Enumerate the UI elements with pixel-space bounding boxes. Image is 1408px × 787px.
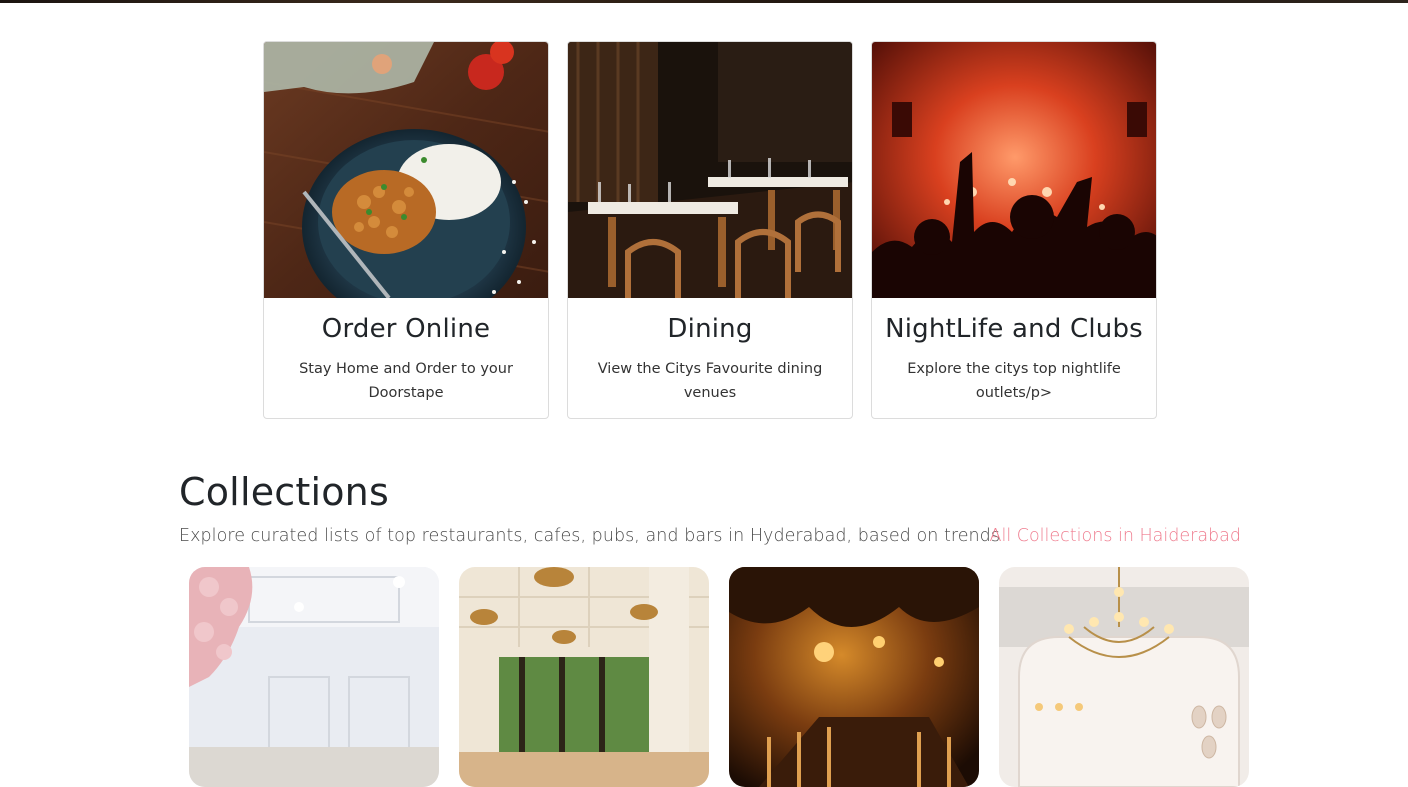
card-nightlife[interactable]: NightLife and Clubs Explore the citys to… — [871, 41, 1157, 419]
all-collections-link[interactable]: All Collections in Haiderabad — [990, 526, 1242, 546]
card-text: Stay Home and Order to your Doorstape — [299, 361, 513, 401]
collections-title: Collections — [179, 470, 389, 514]
card-text: View the Citys Favourite dining venues — [597, 361, 823, 401]
white-cafe-interior-photo — [189, 567, 439, 787]
collections-subtitle: Explore curated lists of top restaurants… — [179, 526, 1001, 546]
nightclub-crowd-photo — [872, 42, 1156, 298]
collection-card-2[interactable] — [459, 567, 709, 787]
card-title: NightLife and Clubs — [885, 314, 1143, 344]
card-dining[interactable]: Dining View the Citys Favourite dining v… — [567, 41, 853, 419]
restaurant-interior-photo — [568, 42, 852, 298]
card-text: Explore the citys top nightlife outlets/… — [907, 361, 1121, 401]
hero-image-bottom-edge — [0, 0, 1408, 3]
cave-themed-restaurant-photo — [729, 567, 979, 787]
sunlit-restaurant-photo — [459, 567, 709, 787]
card-title: Order Online — [321, 314, 491, 344]
card-order-online[interactable]: Order Online Stay Home and Order to your… — [263, 41, 549, 419]
collection-card-1[interactable] — [189, 567, 439, 787]
card-title: Dining — [667, 314, 753, 344]
food-plate-photo — [264, 42, 548, 298]
collection-card-4[interactable] — [999, 567, 1249, 787]
chandelier-dining-room-photo — [999, 567, 1249, 787]
collection-card-3[interactable] — [729, 567, 979, 787]
